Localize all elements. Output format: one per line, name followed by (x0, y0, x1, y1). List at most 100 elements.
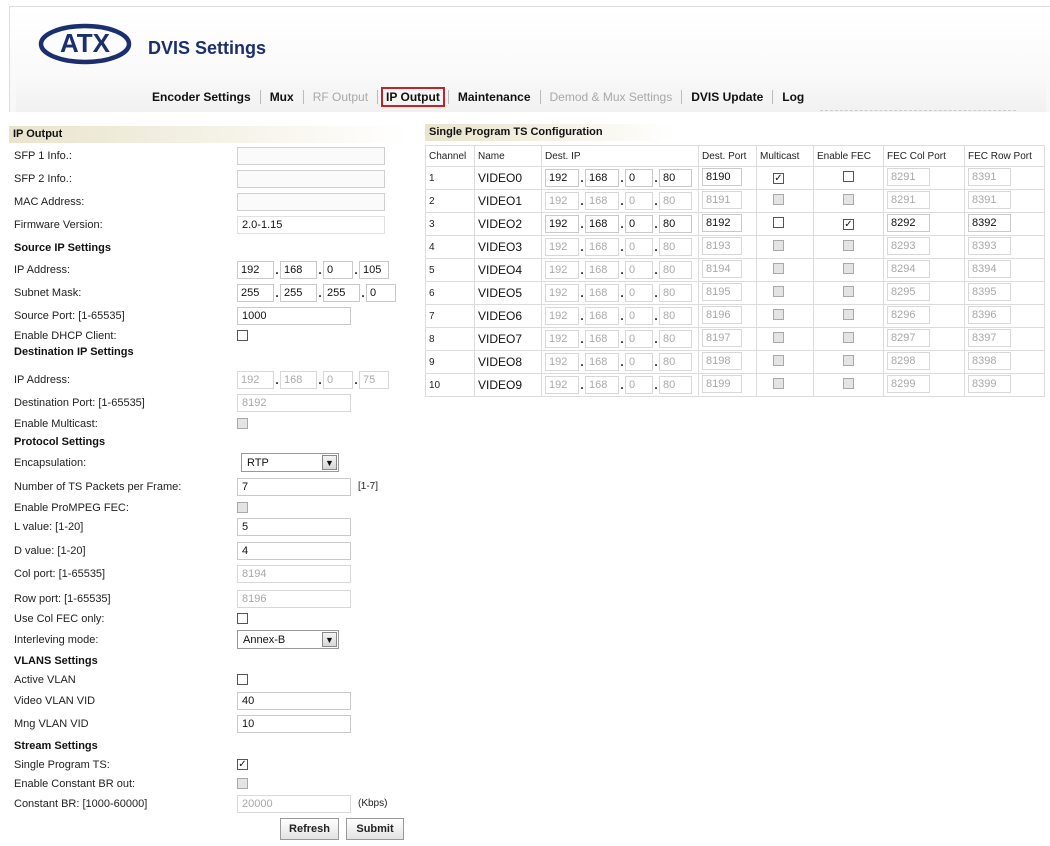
src-port-input[interactable]: 1000 (237, 306, 351, 325)
src-ip-octet-2[interactable]: 168 (280, 260, 317, 279)
spts-checkbox[interactable]: ✓ (237, 759, 248, 770)
multicast-checkbox[interactable]: ✓ (773, 173, 784, 184)
src-ip-input: 192. 168. 0. 105 (237, 260, 389, 279)
channel-cell: 1 (425, 166, 475, 190)
fec-col-port-input: 8291 (887, 190, 930, 209)
l-value-input[interactable]: 5 (237, 517, 351, 536)
subnet-octet-3[interactable]: 255 (323, 283, 360, 302)
fec-col-port-input[interactable]: 8292 (887, 213, 930, 232)
channel-cell: 10 (425, 373, 475, 397)
channel-cell: 2 (425, 189, 475, 213)
src-ip-octet-1[interactable]: 192 (237, 260, 274, 279)
enable-fec-cell (813, 189, 884, 213)
enable-fec-checkbox[interactable]: ✓ (843, 219, 854, 230)
dest-ip-octet-1: 192 (545, 284, 579, 302)
dest-port-cell: 8197 (698, 327, 757, 351)
multicast-cell (756, 258, 814, 282)
spts-header-row: Channel Name Dest. IP Dest. Port Multica… (425, 145, 1045, 167)
mng-vlan-label: Mng VLAN VID (14, 717, 89, 730)
dest-ip-cell: 192. 168. 0. 80 (541, 189, 699, 213)
dest-ip-input: 192. 168. 0. 80 (545, 238, 695, 256)
fec-row-port-input[interactable]: 8392 (968, 213, 1011, 232)
nav-log[interactable]: Log (776, 88, 810, 106)
mng-vlan-input[interactable]: 10 (237, 714, 351, 733)
dest-ip-octet-1[interactable]: 192 (545, 215, 579, 233)
dest-ip-octet-3[interactable]: 0 (625, 215, 653, 233)
spts-label: Single Program TS: (14, 758, 110, 771)
dest-ip-octet-1[interactable]: 192 (545, 169, 579, 187)
encap-value: RTP (247, 456, 269, 469)
dest-port-input[interactable]: 8192 (702, 213, 742, 232)
video-vlan-input[interactable]: 40 (237, 691, 351, 710)
channel-cell: 8 (425, 327, 475, 351)
nav-separator (377, 90, 379, 104)
dest-ip-cell: 192. 168. 0. 80 (541, 258, 699, 282)
table-row: 10 VIDEO9 192. 168. 0. 80 8199 8299 8399 (425, 373, 1045, 397)
l-value-row: L value: [1-20] 5 (9, 517, 409, 536)
col-dest-ip: Dest. IP (541, 145, 699, 167)
dest-port-cell: 8199 (698, 373, 757, 397)
dest-ip-octet-1: 192 (545, 307, 579, 325)
active-vlan-checkbox[interactable] (237, 674, 248, 685)
nav-encoder-settings[interactable]: Encoder Settings (146, 88, 257, 106)
dest-ip-octet-2[interactable]: 168 (585, 215, 619, 233)
dest-ip-octet-2[interactable]: 168 (585, 169, 619, 187)
multicast-cell (756, 189, 814, 213)
submit-button[interactable]: Submit (346, 818, 404, 840)
nav-ip-output[interactable]: IP Output (381, 87, 445, 107)
dest-ip-cell: 192. 168. 0. 80 (541, 350, 699, 374)
dest-port-cell: 8195 (698, 281, 757, 305)
dest-ip-octet-4[interactable]: 80 (659, 215, 692, 233)
enable-fec-checkbox (843, 332, 854, 343)
nav-maintenance[interactable]: Maintenance (452, 88, 537, 106)
fec-col-port-cell: 8299 (883, 373, 965, 397)
interleave-row: Interleving mode: Annex-B ▼ (9, 630, 409, 649)
channel-cell: 5 (425, 258, 475, 282)
dest-ip-cell: 192. 168. 0. 80 (541, 166, 699, 190)
src-ip-octet-4[interactable]: 105 (359, 260, 389, 279)
subnet-octet-2[interactable]: 255 (280, 283, 317, 302)
dhcp-checkbox[interactable] (237, 330, 248, 341)
encap-select[interactable]: RTP ▼ (241, 453, 339, 472)
d-value-input[interactable]: 4 (237, 541, 351, 560)
nav-mux[interactable]: Mux (264, 88, 300, 106)
d-value-label: D value: [1-20] (14, 544, 86, 557)
colonly-checkbox[interactable] (237, 613, 248, 624)
cbr-enable-label: Enable Constant BR out: (14, 777, 136, 790)
dest-ip-octet-3[interactable]: 0 (625, 169, 653, 187)
fec-col-port-cell: 8292 (883, 212, 965, 236)
ts-range: [1-7] (358, 481, 379, 492)
sfp2-row: SFP 2 Info.: (9, 169, 409, 188)
dest-heading-row: Destination IP Settings (9, 342, 409, 361)
col-channel: Channel (425, 145, 475, 167)
subnet-octet-4[interactable]: 0 (366, 283, 396, 302)
interleave-select[interactable]: Annex-B ▼ (237, 630, 339, 649)
dest-ip-octet-4: 80 (659, 330, 692, 348)
dest-port-input[interactable]: 8190 (702, 167, 742, 186)
multicast-checkbox[interactable] (773, 217, 784, 228)
firmware-row: Firmware Version: 2.0-1.15 (9, 215, 409, 234)
fec-row-port-input: 8397 (968, 328, 1011, 347)
video-vlan-row: Video VLAN VID 40 (9, 691, 409, 710)
table-row: 6 VIDEO5 192. 168. 0. 80 8195 8295 8395 (425, 281, 1045, 305)
fec-row-port-input: 8395 (968, 282, 1011, 301)
multicast-cell: ✓ (756, 166, 814, 190)
subnet-octet-1[interactable]: 255 (237, 283, 274, 302)
dest-ip-cell: 192. 168. 0. 80 (541, 281, 699, 305)
enable-fec-checkbox[interactable] (843, 171, 854, 182)
fec-col-port-cell: 8291 (883, 166, 965, 190)
sfp2-field (237, 169, 385, 188)
src-ip-octet-3[interactable]: 0 (323, 260, 353, 279)
dst-ip-input: 192. 168. 0. 75 (237, 370, 389, 389)
dhcp-label: Enable DHCP Client: (14, 329, 117, 342)
nav-dvis-update[interactable]: DVIS Update (685, 88, 769, 106)
channel-cell: 3 (425, 212, 475, 236)
dest-ip-octet-4[interactable]: 80 (659, 169, 692, 187)
ts-input[interactable]: 7 (237, 477, 351, 496)
refresh-button[interactable]: Refresh (280, 818, 339, 840)
atx-logo-text: ATX (60, 28, 111, 58)
dst-ip-label: IP Address: (14, 373, 71, 386)
fec-col-port-cell: 8295 (883, 281, 965, 305)
cbr-input: 20000 (237, 794, 351, 813)
fec-row-port-cell: 8394 (964, 258, 1045, 282)
